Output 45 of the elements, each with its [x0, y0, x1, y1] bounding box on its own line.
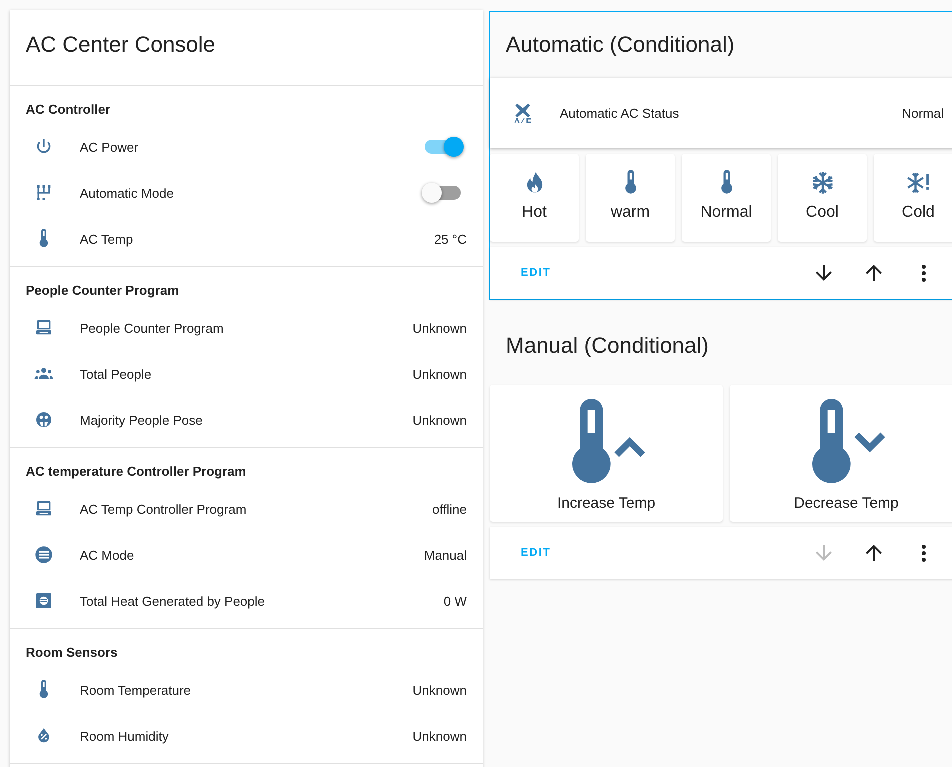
- more-icon: [922, 544, 926, 562]
- section-title: AC temperature Controller Program: [26, 463, 246, 481]
- row-value: 25 °C: [434, 232, 467, 246]
- more-icon: [922, 264, 926, 282]
- card-title: Manual (Conditional): [506, 333, 709, 359]
- action-button[interactable]: Decrease Temp: [730, 385, 952, 522]
- section-title: Room Sensors: [26, 644, 118, 662]
- row-label: AC Mode: [80, 548, 134, 562]
- snowflake-alert-icon: [906, 170, 932, 196]
- action-button[interactable]: Hot: [490, 154, 579, 242]
- card-title: AC Center Console: [26, 32, 216, 58]
- entity-value: Normal: [902, 106, 944, 120]
- section-title: People Counter Program: [26, 282, 180, 300]
- row-label: People Counter Program: [80, 320, 224, 336]
- fan-icon: [512, 102, 534, 124]
- section-title: AC Controller: [26, 101, 110, 119]
- action-button[interactable]: Cool: [778, 154, 867, 242]
- row-label: Room Humidity: [80, 728, 169, 744]
- row-label: AC Temp Controller Program: [80, 502, 247, 516]
- action-button[interactable]: warm: [586, 154, 675, 242]
- action-button[interactable]: Increase Temp: [490, 385, 723, 522]
- row-label: Majority People Pose: [80, 412, 203, 428]
- card-title: Automatic (Conditional): [506, 32, 735, 58]
- row-value: 0 W: [444, 594, 467, 608]
- row-value: Unknown: [412, 412, 467, 428]
- row-label: Total People: [80, 366, 152, 382]
- row-label: Automatic Mode: [80, 186, 174, 200]
- row-value: Unknown: [412, 320, 467, 336]
- row-value: offline: [432, 502, 467, 516]
- row-value: Manual: [424, 548, 467, 562]
- heater-icon: [34, 591, 54, 611]
- row-value: Unknown: [412, 682, 467, 698]
- row-label: Total Heat Generated by People: [80, 594, 266, 608]
- entity-label: Automatic AC Status: [560, 106, 680, 120]
- action-button[interactable]: Cold: [874, 154, 952, 242]
- row-label: Room Temperature: [80, 682, 192, 698]
- row-label: AC Temp: [80, 232, 134, 246]
- face-icon: [34, 410, 54, 430]
- list-icon: [34, 545, 54, 565]
- toggle-switch[interactable]: [425, 140, 461, 154]
- toggle-switch[interactable]: [425, 186, 461, 200]
- row-value: Unknown: [412, 366, 467, 382]
- row-value: Unknown: [412, 728, 467, 744]
- row-label: AC Power: [80, 140, 139, 154]
- action-button[interactable]: Normal: [682, 154, 771, 242]
